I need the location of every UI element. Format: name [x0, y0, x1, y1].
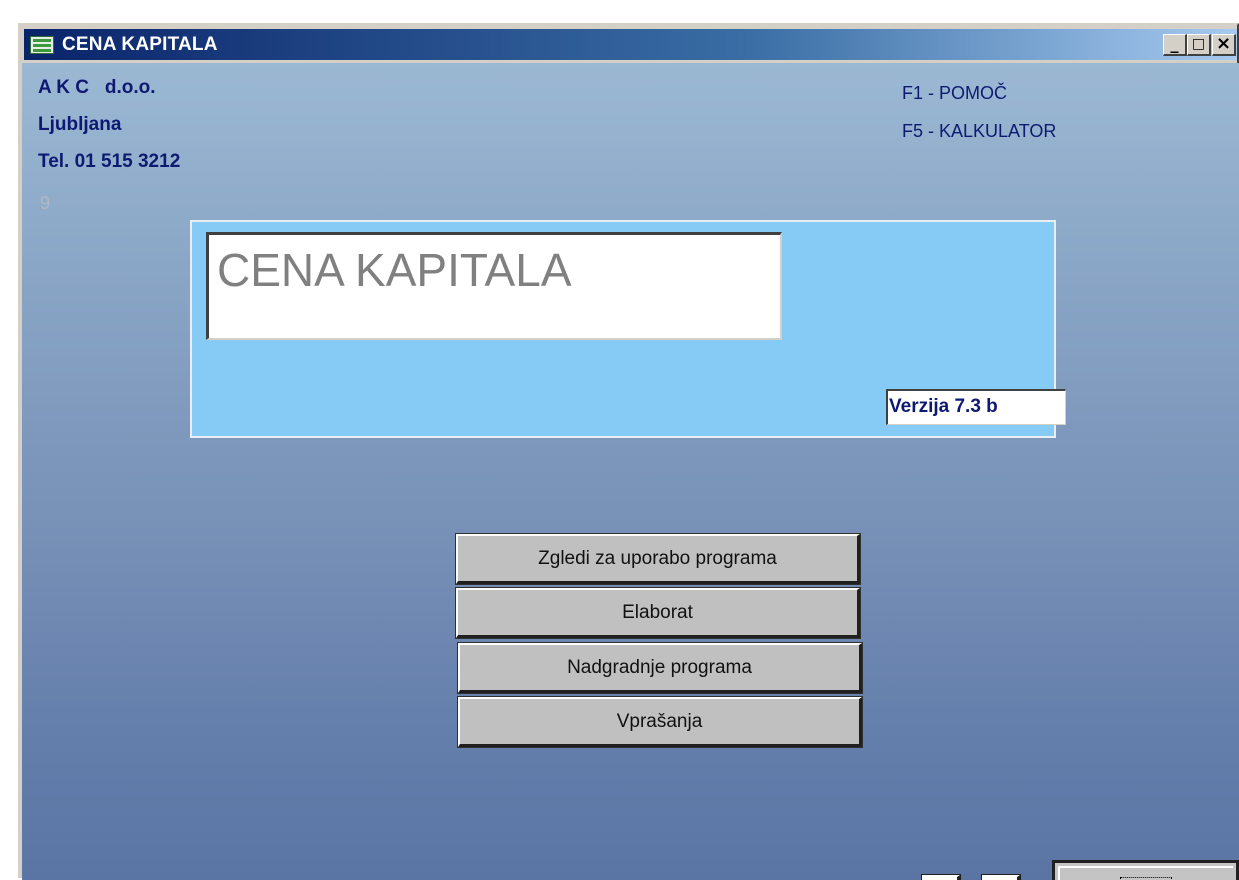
corner-number: 9: [40, 193, 51, 213]
questions-button[interactable]: Vprašanja: [457, 696, 863, 748]
client-area: A K C d.o.o. Ljubljana Tel. 01 515 3212 …: [22, 63, 1239, 880]
title-bar[interactable]: CENA KAPITALA _ □ ×: [24, 29, 1237, 60]
banner-panel: CENA KAPITALA Verzija 7.3 b: [190, 220, 1066, 438]
upgrades-button[interactable]: Nadgradnje programa: [457, 642, 863, 694]
examples-button[interactable]: Zgledi za uporabo programa: [455, 533, 861, 585]
version-label: Verzija 7.3 b: [886, 389, 1066, 425]
minimize-button[interactable]: _: [1163, 34, 1187, 56]
banner-title: CENA KAPITALA: [206, 232, 782, 340]
window-title: CENA KAPITALA: [62, 34, 218, 55]
elaborat-button[interactable]: Elaborat: [455, 587, 861, 639]
company-phone: Tel. 01 515 3212: [38, 151, 181, 172]
close-button[interactable]: ×: [1212, 34, 1236, 56]
exit-button[interactable]: Izhod: [1052, 860, 1239, 880]
calculator-shortcut-label: F5 - KALKULATOR: [902, 121, 1057, 141]
app-icon: [30, 36, 54, 54]
company-city: Ljubljana: [38, 114, 122, 135]
application-window: CENA KAPITALA _ □ × A K C d.o.o. Ljublja…: [18, 23, 1239, 880]
company-name: A K C d.o.o.: [38, 77, 156, 98]
maximize-button[interactable]: □: [1187, 34, 1211, 56]
help-shortcut-label: F1 - POMOČ: [902, 83, 1008, 103]
